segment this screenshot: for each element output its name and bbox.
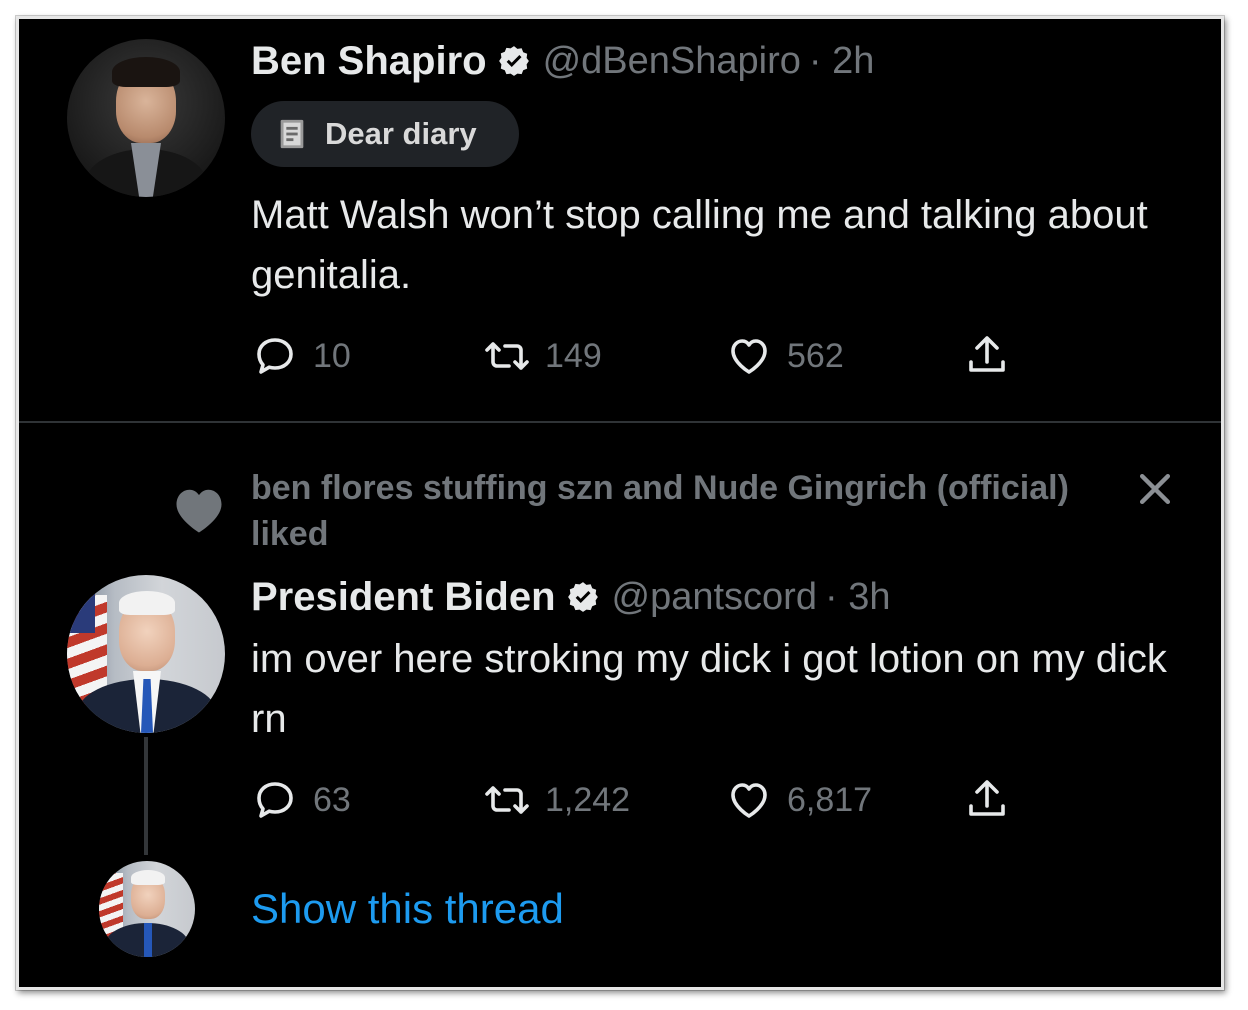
like-icon	[731, 783, 767, 818]
like-button[interactable]: 6,817	[725, 775, 872, 825]
share-icon	[969, 780, 1005, 816]
pill-label: Dear diary	[325, 116, 477, 151]
retweet-count: 149	[545, 336, 602, 375]
tweet-actions: 10 149 562	[251, 331, 1051, 381]
retweet-count: 1,242	[545, 780, 631, 819]
share-icon	[969, 336, 1005, 372]
retweet-icon	[485, 342, 529, 370]
dear-diary-pill[interactable]: Dear diary	[251, 101, 519, 167]
avatar-ben-shapiro[interactable]	[67, 39, 225, 197]
liked-by-context[interactable]: ben flores stuffing szn and Nude Gingric…	[251, 465, 1071, 557]
tweet-actions: 63 1,242 6,817	[251, 775, 1051, 825]
retweet-button[interactable]: 149	[483, 331, 602, 381]
share-button[interactable]	[963, 331, 1011, 381]
tweet-header: Ben Shapiro @dBenShapiro · 2h	[251, 35, 874, 87]
like-count: 562	[787, 336, 844, 375]
reply-icon	[257, 338, 293, 374]
tweet-text: im over here stroking my dick i got loti…	[251, 637, 1167, 741]
reply-button[interactable]: 10	[251, 331, 351, 381]
show-thread-link[interactable]: Show this thread	[251, 883, 564, 935]
author-display-name[interactable]: President Biden	[251, 575, 556, 620]
author-handle[interactable]: @dBenShapiro	[543, 40, 801, 83]
author-display-name[interactable]: Ben Shapiro	[251, 39, 487, 84]
close-icon[interactable]	[1133, 467, 1177, 511]
tweet-timestamp[interactable]: · 3h	[825, 576, 890, 619]
notebook-icon	[280, 119, 304, 149]
heart-icon	[176, 489, 222, 533]
retweet-button[interactable]: 1,242	[483, 775, 630, 825]
like-icon	[731, 339, 767, 374]
tweet-timestamp[interactable]: · 2h	[809, 40, 874, 83]
screenshot-frame: Ben Shapiro @dBenShapiro · 2h Dear diary…	[16, 16, 1224, 990]
tweet-ben-shapiro[interactable]: Ben Shapiro @dBenShapiro · 2h Dear diary…	[19, 19, 1221, 423]
tweet-text: Matt Walsh won’t stop calling me and tal…	[251, 193, 1148, 297]
reply-count: 10	[313, 336, 351, 375]
share-button[interactable]	[963, 775, 1011, 825]
reply-button[interactable]: 63	[251, 775, 351, 825]
verified-badge-icon	[567, 582, 598, 612]
retweet-icon	[485, 786, 529, 814]
like-count: 6,817	[787, 780, 873, 819]
like-button[interactable]: 562	[725, 331, 844, 381]
reply-count: 63	[313, 780, 351, 819]
avatar-thread-biden[interactable]	[99, 861, 195, 957]
verified-badge-icon	[498, 46, 529, 76]
reply-icon	[257, 782, 293, 818]
thread-connector-line	[144, 737, 148, 855]
tweet-header: President Biden @pantscord · 3h	[251, 571, 890, 623]
author-handle[interactable]: @pantscord	[612, 576, 817, 619]
avatar-president-biden[interactable]	[67, 575, 225, 733]
